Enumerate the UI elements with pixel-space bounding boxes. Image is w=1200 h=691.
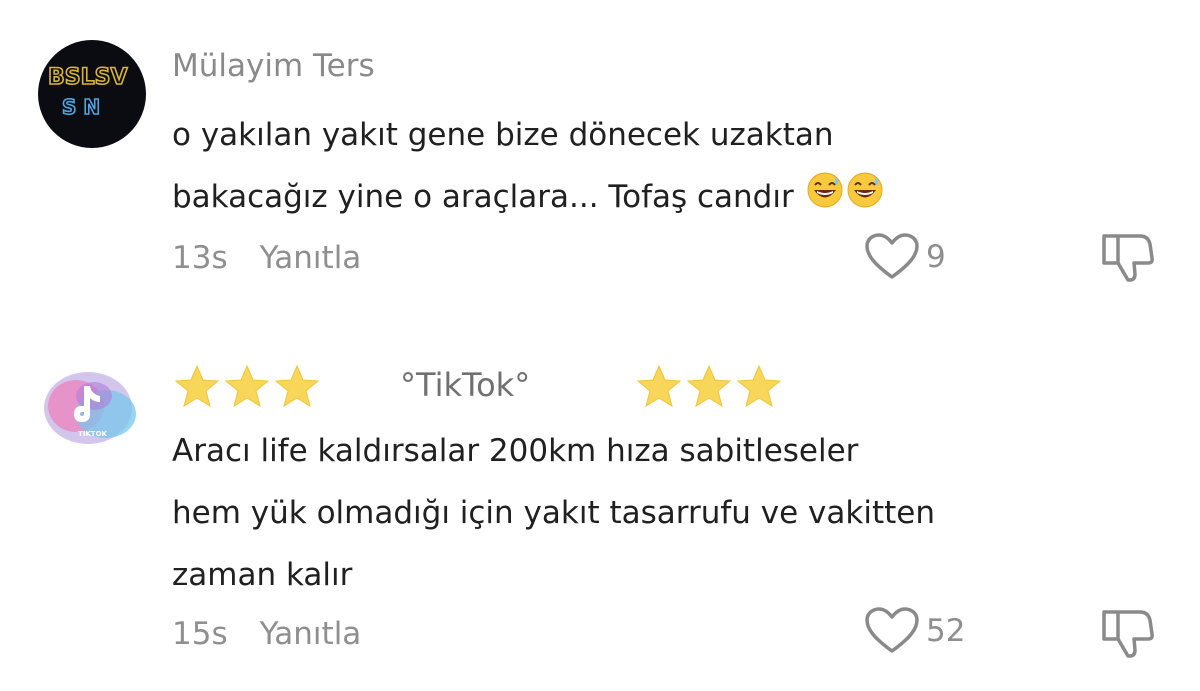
star-icon — [736, 364, 782, 408]
comment-line: hem yük olmadığı için yakıt tasarrufu ve… — [172, 495, 935, 531]
dislike-icon — [1102, 234, 1154, 282]
dislike-button[interactable] — [1100, 606, 1156, 664]
star-icon — [174, 364, 220, 408]
avatar[interactable]: BSLSV S N — [38, 40, 146, 148]
like-button[interactable]: 52 — [864, 606, 965, 656]
comment-line: bakacağız yine o araçlara... Tofaş candı… — [172, 166, 884, 230]
heart-icon — [865, 233, 919, 279]
comment-line: Aracı life kaldırsalar 200km hıza sabitl… — [172, 433, 859, 469]
like-count: 9 — [926, 239, 946, 275]
comment-item: BSLSV S N Mülayim Ters o yakılan yakıt g… — [0, 0, 1200, 300]
like-count: 52 — [926, 613, 966, 649]
username[interactable]: Mülayim Ters — [172, 48, 375, 84]
timestamp: 15s — [172, 616, 228, 652]
heart-icon — [865, 607, 919, 653]
avatar[interactable]: TIKTOK — [38, 356, 146, 464]
svg-text:TIKTOK: TIKTOK — [78, 430, 108, 438]
sweat-smile-emoji-icon — [806, 168, 844, 230]
like-button[interactable]: 9 — [864, 232, 946, 282]
stars-left — [174, 364, 324, 408]
star-icon — [636, 364, 682, 408]
comment-meta: 15s Yanıtla — [172, 616, 361, 652]
comment-line: zaman kalır — [172, 557, 353, 593]
svg-text:S N: S N — [62, 95, 100, 119]
comment-item: TIKTOK °TikTok° Aracı life kaldırsalar 2… — [0, 340, 1200, 690]
timestamp: 13s — [172, 240, 228, 276]
comment-meta: 13s Yanıtla — [172, 240, 361, 276]
star-icon — [274, 364, 320, 408]
stars-right — [636, 364, 786, 408]
star-icon — [224, 364, 270, 408]
comment-line: o yakılan yakıt gene bize dönecek uzakta… — [172, 117, 834, 153]
comment-text: o yakılan yakıt gene bize dönecek uzakta… — [172, 104, 884, 230]
sweat-smile-emoji-icon — [846, 168, 884, 230]
svg-text:BSLSV: BSLSV — [48, 65, 128, 90]
dislike-button[interactable] — [1100, 230, 1156, 288]
comment-line-text: bakacağız yine o araçlara... Tofaş candı… — [172, 179, 794, 215]
dislike-icon — [1102, 610, 1154, 658]
username[interactable]: °TikTok° — [400, 366, 530, 404]
star-icon — [686, 364, 732, 408]
reply-button[interactable]: Yanıtla — [260, 240, 362, 276]
reply-button[interactable]: Yanıtla — [260, 616, 362, 652]
comment-text: Aracı life kaldırsalar 200km hıza sabitl… — [172, 420, 935, 606]
